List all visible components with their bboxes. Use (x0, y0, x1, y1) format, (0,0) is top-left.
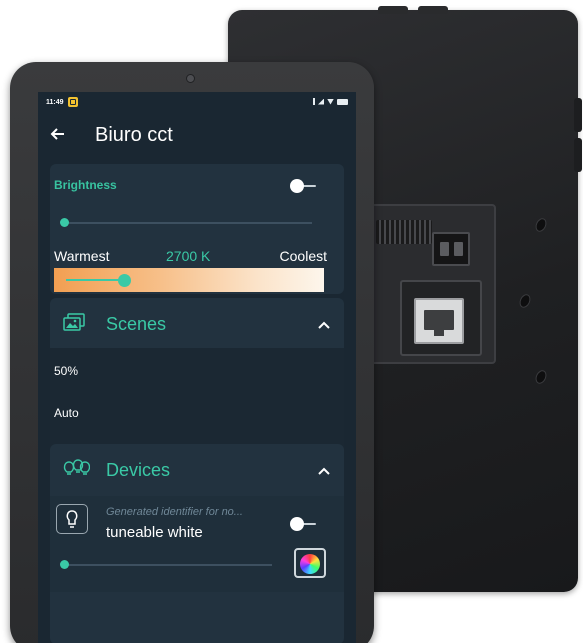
side-notch (574, 98, 582, 132)
mount-hole (517, 292, 533, 310)
bulbs-icon (62, 458, 91, 478)
bluetooth-icon (313, 98, 315, 105)
coolest-label: Coolest (279, 248, 327, 264)
brightness-card: Brightness Warmest 2700 K Coolest (50, 164, 344, 294)
device-brightness-thumb[interactable] (60, 560, 69, 569)
color-temperature-slider[interactable] (54, 268, 324, 292)
device-item[interactable]: Generated identifier for no... tuneable … (50, 496, 344, 592)
brightness-slider-thumb[interactable] (60, 218, 69, 227)
brightness-slider-track[interactable] (62, 222, 312, 224)
color-temperature-thumb[interactable] (118, 274, 131, 287)
chevron-up-icon[interactable] (318, 316, 330, 329)
color-wheel-icon (300, 554, 320, 574)
front-camera (186, 74, 195, 83)
status-time: 11:49 (46, 99, 64, 106)
page-title: Biuro cct (95, 124, 173, 146)
device-brightness-track[interactable] (62, 564, 272, 566)
color-temperature-labels: Warmest 2700 K Coolest (54, 248, 327, 264)
chevron-up-icon[interactable] (318, 462, 330, 475)
color-temperature-fill (66, 279, 126, 281)
arrow-left-icon[interactable] (48, 124, 68, 144)
bulb-icon (56, 504, 88, 534)
app-bar: Biuro cct (38, 118, 356, 158)
pin-header (376, 220, 432, 244)
device-name: tuneable white (106, 524, 203, 541)
power-terminal (432, 232, 470, 266)
color-temperature-value: 2700 K (166, 248, 211, 264)
brightness-label: Brightness (54, 178, 117, 192)
notification-icon (68, 97, 78, 107)
app-screen: 11:49 Biuro cct Brightness Warmest 2700 … (38, 92, 356, 643)
mount-tab (378, 6, 408, 14)
warmest-label: Warmest (54, 248, 110, 264)
mount-hole (533, 216, 549, 234)
ethernet-port (414, 298, 464, 344)
system-icons (313, 98, 348, 105)
image-gallery-icon (62, 312, 86, 332)
mount-hole (533, 368, 549, 386)
devices-header[interactable]: Devices (50, 444, 344, 494)
side-notch (574, 138, 582, 172)
status-bar: 11:49 (38, 92, 356, 112)
signal-icon (318, 98, 324, 105)
scene-item[interactable]: 50% (54, 364, 78, 378)
device-identifier: Generated identifier for no... (106, 506, 243, 518)
brightness-toggle[interactable] (290, 179, 318, 193)
wifi-icon (327, 98, 334, 105)
scenes-title: Scenes (106, 314, 167, 334)
device-toggle[interactable] (290, 517, 318, 531)
color-picker-button[interactable] (294, 548, 326, 578)
battery-icon (337, 98, 348, 105)
devices-section: Devices Generated identifier for no... t… (50, 444, 344, 643)
devices-title: Devices (106, 460, 171, 480)
mount-tab (418, 6, 448, 14)
tablet-device: 11:49 Biuro cct Brightness Warmest 2700 … (10, 62, 374, 643)
scenes-header[interactable]: Scenes (50, 298, 344, 348)
scene-item[interactable]: Auto (54, 406, 79, 420)
